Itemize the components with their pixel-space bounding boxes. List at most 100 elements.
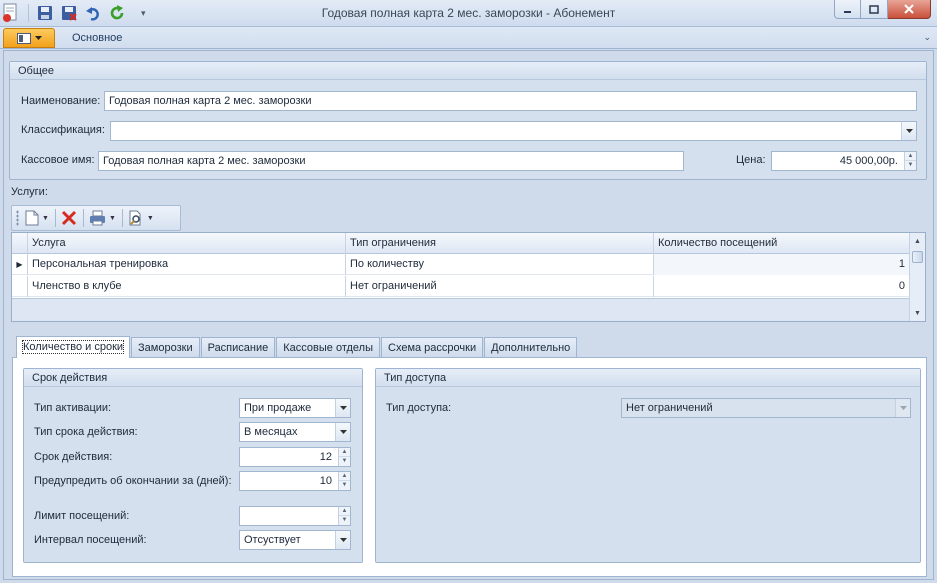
- grid-vertical-scrollbar[interactable]: ▲ ▼: [909, 233, 925, 321]
- close-button[interactable]: [888, 0, 931, 19]
- visit-interval-label: Интервал посещений:: [34, 534, 147, 546]
- tab-additional[interactable]: Дополнительно: [484, 337, 578, 358]
- term-value: 12: [319, 451, 332, 463]
- scroll-up-icon[interactable]: ▲: [910, 233, 925, 249]
- tab-quantity-terms[interactable]: Количество и сроки: [16, 336, 131, 358]
- visit-limit-spinner[interactable]: ▲ ▼: [338, 507, 350, 525]
- warn-input[interactable]: 10 ▲ ▼: [239, 471, 351, 491]
- price-value: 45 000,00р.: [839, 155, 898, 167]
- toolbar-separator: [54, 209, 56, 227]
- name-label: Наименование:: [21, 95, 101, 107]
- classification-dropdown[interactable]: [110, 121, 917, 141]
- chevron-down-icon[interactable]: ▼: [109, 215, 116, 222]
- delete-icon: [61, 210, 76, 226]
- term-input[interactable]: 12 ▲ ▼: [239, 447, 351, 467]
- general-group-header: Общее: [10, 62, 926, 80]
- chevron-down-icon[interactable]: [901, 122, 916, 140]
- toolbar-separator: [121, 209, 123, 227]
- warn-label: Предупредить об окончании за (дней):: [34, 475, 232, 487]
- spin-up-icon[interactable]: ▲: [339, 472, 350, 481]
- find-button[interactable]: ▼: [128, 210, 154, 226]
- term-spinner[interactable]: ▲ ▼: [338, 448, 350, 466]
- window-controls: [834, 0, 931, 19]
- ribbon-minimize-icon[interactable]: ⌄: [923, 32, 931, 43]
- name-input[interactable]: Годовая полная карта 2 мес. заморозки: [104, 91, 917, 111]
- cash-name-label: Кассовое имя:: [21, 154, 95, 166]
- new-document-icon: [25, 210, 39, 226]
- ribbon-tab-main[interactable]: Основное: [72, 32, 122, 44]
- column-header-service[interactable]: Услуга: [28, 233, 346, 254]
- tab-label: Количество и сроки: [21, 340, 125, 354]
- cell-limit-type[interactable]: По количеству: [346, 254, 654, 275]
- row-indicator: [12, 276, 28, 297]
- print-icon: [89, 210, 105, 226]
- validity-group: Срок действия Тип активации: При продаже…: [23, 368, 363, 563]
- activation-type-dropdown[interactable]: При продаже: [239, 398, 351, 418]
- ribbon: Основное ⌄: [0, 27, 937, 49]
- window-title: Годовая полная карта 2 мес. заморозки - …: [321, 6, 616, 20]
- tab-cash-departments[interactable]: Кассовые отделы: [276, 337, 380, 358]
- column-header-limit-type[interactable]: Тип ограничения: [346, 233, 654, 254]
- chevron-down-icon[interactable]: [335, 399, 350, 417]
- access-group-header: Тип доступа: [376, 369, 920, 387]
- activation-type-value: При продаже: [244, 402, 312, 414]
- column-header-visits[interactable]: Количество посещений: [654, 233, 909, 254]
- chevron-down-icon[interactable]: [895, 399, 910, 417]
- tab-installment-scheme[interactable]: Схема рассрочки: [381, 337, 484, 358]
- search-document-icon: [129, 210, 141, 226]
- access-type-label: Тип доступа:: [386, 402, 452, 414]
- grid-footer: [12, 298, 909, 321]
- term-type-value: В месяцах: [244, 426, 298, 438]
- price-label: Цена:: [736, 154, 766, 166]
- spin-down-icon[interactable]: ▼: [905, 161, 916, 170]
- cash-name-input[interactable]: Годовая полная карта 2 мес. заморозки: [98, 151, 684, 171]
- toolbar-separator: [82, 209, 84, 227]
- tab-schedule[interactable]: Расписание: [200, 337, 276, 358]
- warn-value: 10: [319, 475, 332, 487]
- spin-up-icon[interactable]: ▲: [339, 507, 350, 516]
- services-label: Услуги:: [11, 186, 48, 198]
- minimize-button[interactable]: [834, 0, 861, 19]
- spin-up-icon[interactable]: ▲: [905, 152, 916, 161]
- print-button[interactable]: ▼: [89, 210, 116, 226]
- visit-interval-value: Отсуствует: [244, 534, 301, 546]
- cell-visits[interactable]: 1: [654, 254, 909, 275]
- cell-limit-type[interactable]: Нет ограничений: [346, 276, 654, 297]
- cell-service[interactable]: Членство в клубе: [28, 276, 346, 297]
- table-row[interactable]: Членство в клубе Нет ограничений 0: [12, 276, 909, 297]
- spin-down-icon[interactable]: ▼: [339, 481, 350, 490]
- price-input[interactable]: 45 000,00р. ▲ ▼: [771, 151, 917, 171]
- chevron-down-icon[interactable]: [335, 423, 350, 441]
- visit-interval-dropdown[interactable]: Отсуствует: [239, 530, 351, 550]
- chevron-down-icon[interactable]: ▼: [42, 215, 49, 222]
- chevron-down-icon[interactable]: [335, 531, 350, 549]
- price-spinner[interactable]: ▲ ▼: [904, 152, 916, 170]
- term-type-dropdown[interactable]: В месяцах: [239, 422, 351, 442]
- new-record-button[interactable]: ▼: [25, 210, 49, 226]
- warn-spinner[interactable]: ▲ ▼: [338, 472, 350, 490]
- spin-down-icon[interactable]: ▼: [339, 516, 350, 525]
- spin-down-icon[interactable]: ▼: [339, 457, 350, 466]
- app-menu-icon: [16, 32, 31, 44]
- classification-label: Классификация:: [21, 124, 105, 136]
- services-grid: Услуга Тип ограничения Количество посеще…: [11, 232, 926, 322]
- application-menu-button[interactable]: [3, 28, 55, 48]
- current-row-indicator-icon: ▶: [12, 254, 28, 275]
- chevron-down-icon[interactable]: ▼: [147, 215, 154, 222]
- cell-service[interactable]: Персональная тренировка: [28, 254, 346, 275]
- access-type-value: Нет ограничений: [626, 402, 713, 414]
- delete-button[interactable]: [61, 210, 77, 226]
- general-group: Общее Наименование: Годовая полная карта…: [9, 61, 927, 180]
- scroll-thumb[interactable]: [912, 251, 923, 263]
- cell-visits[interactable]: 0: [654, 276, 909, 297]
- maximize-button[interactable]: [861, 0, 888, 19]
- grid-header: Услуга Тип ограничения Количество посеще…: [12, 233, 909, 254]
- spin-up-icon[interactable]: ▲: [339, 448, 350, 457]
- toolbar-grip[interactable]: [16, 210, 19, 226]
- visit-limit-input[interactable]: ▲ ▼: [239, 506, 351, 526]
- table-row[interactable]: ▶ Персональная тренировка По количеству …: [12, 254, 909, 275]
- scroll-down-icon[interactable]: ▼: [910, 305, 925, 321]
- tab-freezes[interactable]: Заморозки: [131, 337, 200, 358]
- title-bar: ▾ Годовая полная карта 2 мес. заморозки …: [0, 0, 937, 27]
- access-type-dropdown[interactable]: Нет ограничений: [621, 398, 911, 418]
